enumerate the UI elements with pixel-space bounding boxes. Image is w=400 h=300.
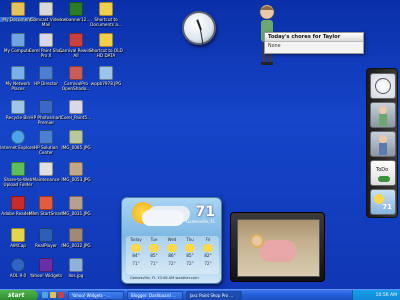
start-button[interactable]: start <box>0 290 38 300</box>
upload-folder-icon <box>11 162 25 176</box>
image-file-icon <box>69 130 83 144</box>
dock-weather-temp: 71 <box>382 203 392 211</box>
weather-location: Gainesville, FL <box>186 219 215 224</box>
app-icon <box>69 66 83 80</box>
chores-widget[interactable]: Today's chores for Taylor None <box>264 32 364 54</box>
tool-icon <box>39 162 53 176</box>
forecast-day: Today 84° 71° <box>130 237 142 267</box>
image-file-icon <box>69 2 83 16</box>
image-file-icon <box>69 258 83 272</box>
app-icon <box>11 228 25 242</box>
desktop-quicklaunch-icon[interactable] <box>50 292 56 298</box>
widget-dock[interactable]: ToDo 71 <box>366 68 398 218</box>
dock-character-tile[interactable] <box>370 102 396 128</box>
weather-widget[interactable]: 71 Gainesville, FL Today 84° 71° Tue 85°… <box>121 197 222 284</box>
photo-subject-head <box>250 234 264 248</box>
img-0032-icon[interactable]: IMG_0032.JPG <box>58 228 94 248</box>
taskbar-button-yahoo-widgets[interactable]: Yahoo! Widgets - ... <box>68 291 124 300</box>
folder-icon <box>11 2 25 16</box>
sun-icon <box>131 244 141 252</box>
cloud-icon <box>142 210 184 226</box>
person-body-icon <box>379 143 387 155</box>
forecast-day: Fri 82° 72° <box>203 237 213 267</box>
network-icon <box>11 66 25 80</box>
clock-minute-hand <box>200 29 204 44</box>
sun-icon <box>149 244 159 252</box>
hp-icon <box>39 66 53 80</box>
computer-icon <box>11 33 25 47</box>
chores-item: None <box>265 41 363 51</box>
todo-label: ToDo <box>376 167 389 173</box>
image-file-icon <box>69 100 83 114</box>
clock-icon <box>375 78 391 94</box>
todo-icon <box>378 176 390 182</box>
browser-icon <box>11 130 25 144</box>
image-file-icon <box>69 196 83 210</box>
img-0085-icon[interactable]: IMG_0085.JPG <box>58 130 94 150</box>
dock-todo-tile[interactable]: ToDo <box>370 160 396 186</box>
image-file-icon <box>69 162 83 176</box>
sun-icon <box>203 244 213 252</box>
forecast-days: Today 84° 71° Tue 85° 71° Wed 86° 72° Th… <box>126 236 219 274</box>
person-icon <box>379 135 387 143</box>
image-file-icon <box>69 228 83 242</box>
paint-icon <box>39 33 53 47</box>
photo-subject-body <box>260 240 296 262</box>
trash-icon <box>11 100 25 114</box>
person-body-icon <box>379 114 387 126</box>
forecast-day: Wed 86° 72° <box>167 237 177 267</box>
player-icon <box>39 228 53 242</box>
forecast-day: Thu 85° 72° <box>185 237 195 267</box>
widgets-icon <box>39 258 53 272</box>
shortcut-old-hd-data-icon[interactable]: Shortcut to OLD HD DATA <box>88 33 124 58</box>
app-icon <box>69 33 83 47</box>
photo-icon <box>39 100 53 114</box>
clock-hour-hand <box>196 19 202 31</box>
sun-icon <box>167 244 177 252</box>
ilos-jpg-icon[interactable]: Ilos.jpg <box>58 258 94 278</box>
dock-character2-tile[interactable] <box>370 131 396 157</box>
mail-icon <box>39 2 53 16</box>
chores-title: Today's chores for Taylor <box>265 33 363 41</box>
app-quicklaunch-icon[interactable] <box>58 292 64 298</box>
pdf-icon <box>11 196 25 210</box>
dock-weather-tile[interactable]: 71 <box>370 189 396 215</box>
shortcut-documents-icon[interactable]: Shortcut to Documents a... <box>88 2 124 27</box>
image-file-icon <box>99 66 113 80</box>
taskbar-button-blogger[interactable]: Blogger: Dashboard ... <box>127 291 183 300</box>
taskbar: start Yahoo! Widgets - ... Blogger: Dash… <box>0 289 400 300</box>
img-0053-icon[interactable]: IMG_0053.JPG <box>58 162 94 182</box>
system-tray: 10:56 AM <box>352 290 400 300</box>
weather-footer: Gainesville, FL 10:56 AM weather.com <box>130 276 199 280</box>
wppb7978-icon[interactable]: wppb7978.JPG <box>88 66 124 86</box>
ie-quicklaunch-icon[interactable] <box>42 292 48 298</box>
sun-icon <box>185 244 195 252</box>
app-icon <box>39 196 53 210</box>
tray-clock[interactable]: 10:56 AM <box>376 293 397 298</box>
hp-icon <box>39 130 53 144</box>
current-temperature: 71 <box>195 204 215 220</box>
folder-icon <box>99 2 113 16</box>
dock-clock-tile[interactable] <box>370 73 396 99</box>
photo-image <box>237 219 320 277</box>
aol-logo-icon <box>11 258 25 272</box>
taskbar-button-paint-shop-pro[interactable]: Jasc Paint Shop Pro ... <box>186 291 242 300</box>
person-icon <box>379 106 387 114</box>
corel-paint5-icon[interactable]: Corel_Paint5... <box>58 100 94 120</box>
forecast-day: Tue 85° 71° <box>149 237 159 267</box>
analog-clock-widget[interactable] <box>182 11 216 45</box>
folder-icon <box>99 33 113 47</box>
img-0031-icon[interactable]: IMG_0031.JPG <box>58 196 94 216</box>
photo-frame-widget[interactable] <box>230 212 325 282</box>
